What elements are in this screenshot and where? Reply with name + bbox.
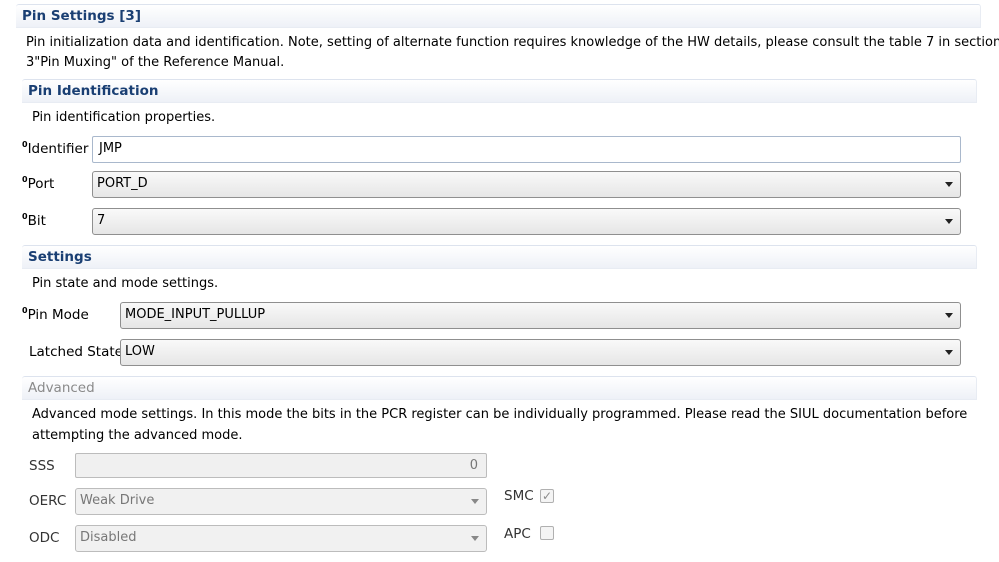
sss-label: SSS [29, 458, 55, 474]
pin-settings-description-line2: 3"Pin Muxing" of the Reference Manual. [26, 55, 285, 70]
bit-label: 0Bit [22, 212, 46, 229]
smc-label: SMC [504, 488, 534, 504]
odc-select-value: Disabled [80, 530, 137, 545]
smc-checkbox[interactable]: ✓ [540, 489, 554, 503]
settings-header: Settings [22, 245, 977, 269]
latched-state-label: Latched State [29, 344, 123, 360]
pin-mode-select-value: MODE_INPUT_PULLUP [125, 307, 266, 322]
pin-mode-select[interactable]: MODE_INPUT_PULLUP [120, 302, 961, 329]
settings-title: Settings [28, 249, 92, 265]
bit-select[interactable]: 7 [92, 208, 961, 235]
sss-field[interactable]: 0 [75, 453, 487, 478]
dropdown-arrow-icon [471, 499, 479, 504]
advanced-description-line1: Advanced mode settings. In this mode the… [32, 407, 968, 422]
dropdown-arrow-icon [471, 536, 479, 541]
identifier-field[interactable]: JMP [92, 136, 961, 163]
apc-checkbox[interactable] [540, 526, 554, 540]
pin-identification-title: Pin Identification [28, 83, 159, 99]
odc-label: ODC [29, 530, 60, 546]
bit-select-value: 7 [97, 213, 106, 228]
oerc-label: OERC [29, 493, 67, 509]
port-select-value: PORT_D [97, 176, 148, 191]
advanced-description-line2: attempting the advanced mode. [32, 428, 243, 443]
oerc-select-value: Weak Drive [80, 493, 155, 508]
settings-description: Pin state and mode settings. [32, 276, 219, 291]
dropdown-arrow-icon [945, 182, 953, 187]
apc-label: APC [504, 526, 531, 542]
latched-state-select[interactable]: LOW [120, 339, 961, 366]
port-select[interactable]: PORT_D [92, 171, 961, 198]
advanced-title: Advanced [28, 380, 95, 396]
dropdown-arrow-icon [945, 350, 953, 355]
pin-settings-header: Pin Settings [3] [16, 4, 981, 28]
pin-identification-header: Pin Identification [22, 79, 977, 103]
pin-settings-title: Pin Settings [3] [22, 8, 141, 24]
dropdown-arrow-icon [945, 313, 953, 318]
advanced-header[interactable]: Advanced [22, 376, 977, 400]
odc-select[interactable]: Disabled [75, 525, 487, 552]
dropdown-arrow-icon [945, 219, 953, 224]
port-label: 0Port [22, 175, 55, 192]
check-icon: ✓ [541, 489, 553, 503]
oerc-select[interactable]: Weak Drive [75, 488, 487, 515]
pin-settings-description-line1: Pin initialization data and identificati… [26, 35, 999, 50]
pin-mode-label: 0Pin Mode [22, 306, 89, 323]
identifier-label: 0Identifier [22, 140, 89, 157]
pin-identification-description: Pin identification properties. [32, 110, 216, 125]
latched-state-select-value: LOW [125, 344, 155, 359]
